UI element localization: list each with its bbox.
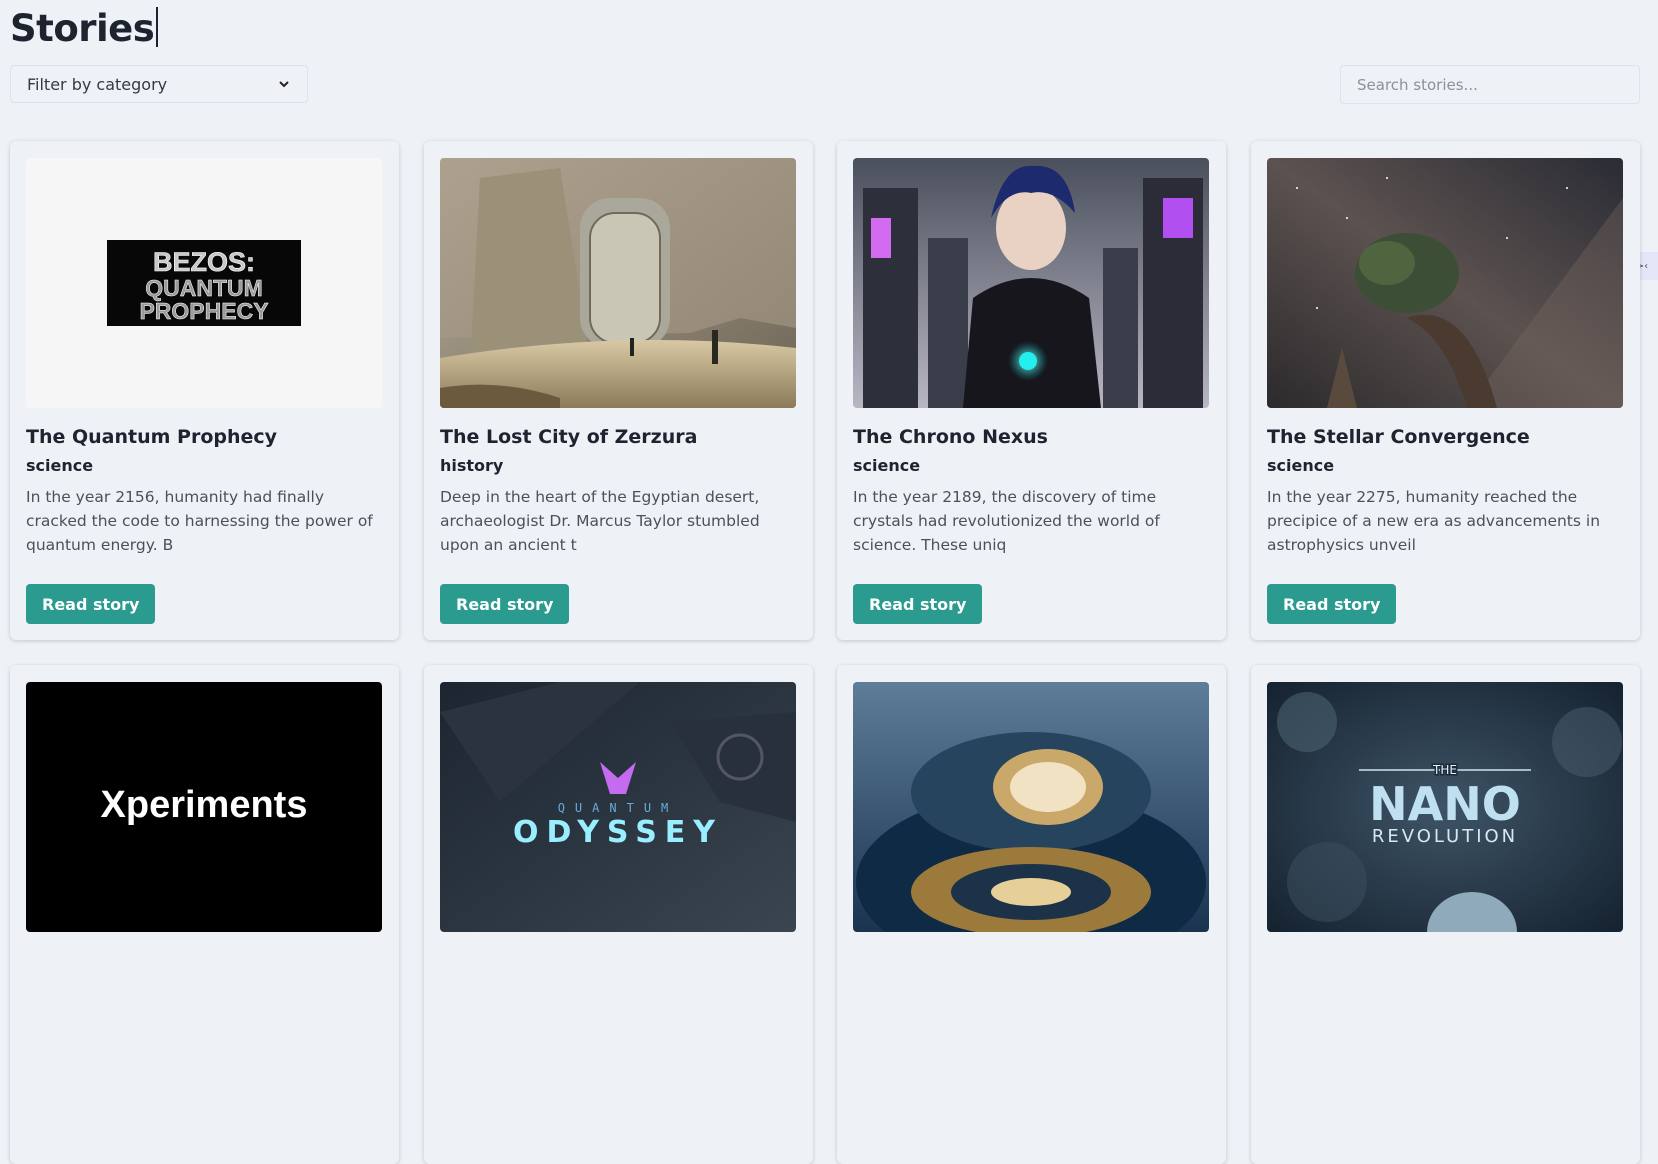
search-input[interactable]	[1340, 65, 1640, 104]
story-thumbnail[interactable]	[440, 158, 796, 408]
story-card: THE NANO REVOLUTION	[1251, 665, 1640, 1164]
read-story-button[interactable]: Read story	[1267, 584, 1397, 624]
story-thumbnail[interactable]: BEZOS: QUANTUM PROPHECY	[26, 158, 382, 408]
story-card: The Chrono Nexus science In the year 218…	[837, 141, 1226, 640]
story-card	[837, 665, 1226, 1164]
read-story-button[interactable]: Read story	[853, 584, 983, 624]
story-title: The Stellar Convergence	[1267, 426, 1530, 448]
story-excerpt: In the year 2275, humanity reached the p…	[1267, 488, 1601, 554]
story-thumbnail[interactable]: Xperiments	[26, 682, 382, 932]
story-category: science	[26, 456, 94, 475]
story-card: The Lost City of Zerzura history Deep in…	[424, 141, 813, 640]
story-card: The Stellar Convergence science In the y…	[1251, 141, 1640, 640]
read-story-button[interactable]: Read story	[26, 584, 156, 624]
revolution-text: REVOLUTION	[1372, 826, 1518, 847]
story-excerpt: Deep in the heart of the Egyptian desert…	[440, 488, 760, 554]
story-thumbnail[interactable]	[1267, 158, 1623, 408]
story-category: science	[853, 456, 921, 475]
story-card: BEZOS: QUANTUM PROPHECY The Quantum Prop…	[10, 141, 399, 640]
bezos-text: BEZOS:	[153, 247, 255, 277]
story-category: science	[1267, 456, 1335, 475]
nano-text: NANO	[1369, 777, 1521, 831]
xperiments-text: Xperiments	[101, 784, 308, 826]
page-title: Stories	[10, 4, 159, 54]
read-story-button[interactable]: Read story	[440, 584, 570, 624]
chevron-down-icon	[279, 81, 289, 88]
story-category: history	[440, 456, 504, 475]
story-title: The Quantum Prophecy	[26, 426, 278, 448]
odyssey-text: ODYSSEY	[513, 815, 723, 850]
story-excerpt: In the year 2156, humanity had finally c…	[26, 488, 373, 554]
category-filter-select[interactable]: Filter by category	[10, 65, 308, 103]
story-card: Xperiments	[10, 665, 399, 1164]
story-thumbnail[interactable]	[853, 158, 1209, 408]
story-title: The Lost City of Zerzura	[440, 426, 698, 448]
story-excerpt: In the year 2189, the discovery of time …	[853, 488, 1160, 554]
story-title: The Chrono Nexus	[853, 426, 1048, 448]
quantum-small-text: QUANTUM	[558, 801, 679, 815]
the-text: THE	[1432, 763, 1457, 777]
story-thumbnail[interactable]: THE NANO REVOLUTION	[1267, 682, 1623, 932]
prophecy-text: PROPHECY	[139, 298, 268, 324]
story-thumbnail[interactable]	[853, 682, 1209, 932]
story-card: QUANTUM ODYSSEY	[424, 665, 813, 1164]
story-thumbnail[interactable]: QUANTUM ODYSSEY	[440, 682, 796, 932]
category-filter-label: Filter by category	[27, 74, 168, 94]
